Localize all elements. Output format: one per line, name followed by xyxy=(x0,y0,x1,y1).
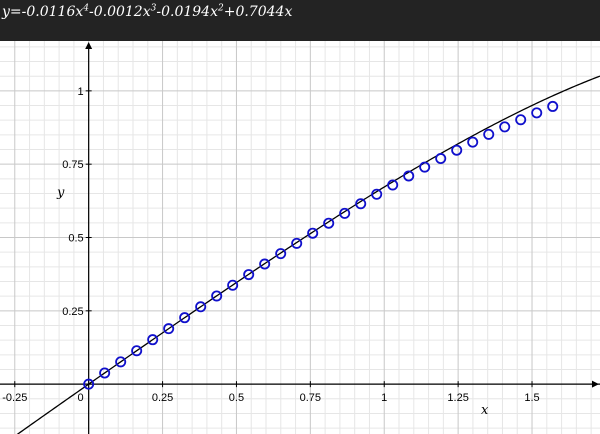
chart-svg: -0.25 0.25 0.5 0.75 1 1.25 1.500.250.50.751 xy xyxy=(0,41,600,434)
data-points xyxy=(83,100,559,390)
x-tick-label: 0.25 xyxy=(152,392,173,404)
data-point xyxy=(547,100,559,112)
y-tick-label: 0.75 xyxy=(62,159,83,171)
data-point xyxy=(531,107,543,119)
x-tick-label: -0.25 xyxy=(2,392,27,404)
x-tick-label: 0.75 xyxy=(300,392,321,404)
data-point xyxy=(499,121,511,133)
data-point xyxy=(435,153,447,165)
x-tick-label: 0.5 xyxy=(229,392,244,404)
y-tick-label: 0.5 xyxy=(68,233,83,245)
data-point xyxy=(451,144,463,156)
y-tick-label: 0.25 xyxy=(62,306,83,318)
data-point xyxy=(307,227,319,239)
origin-label: 0 xyxy=(78,392,84,404)
tick-labels: -0.25 0.25 0.5 0.75 1 1.25 1.5 0 0.25 0.5 0.75 1 xyxy=(2,86,539,404)
equation-header: y=-0.0116x4-0.0012x3-0.0194x2+0.7044x xyxy=(0,0,600,41)
y-tick-label: 1 xyxy=(78,86,84,98)
x-tick-label: 1 xyxy=(381,392,387,404)
equation-text: y=-0.0116x4-0.0012x3-0.0194x2+0.7044x xyxy=(2,3,293,20)
x-tick-label: 1.25 xyxy=(447,392,468,404)
x-axis-label: x xyxy=(481,403,489,418)
y-axis-label: y xyxy=(56,185,65,200)
y-axis-arrow xyxy=(85,42,93,49)
plot-area: -0.25 0.25 0.5 0.75 1 1.25 1.5 0 0.25 0.5 0.75 1 xy xyxy=(0,41,600,434)
x-tick-label: 1.5 xyxy=(524,392,539,404)
data-point xyxy=(291,237,303,249)
axis-labels: xy xyxy=(56,185,489,418)
x-axis-arrow xyxy=(592,380,599,388)
